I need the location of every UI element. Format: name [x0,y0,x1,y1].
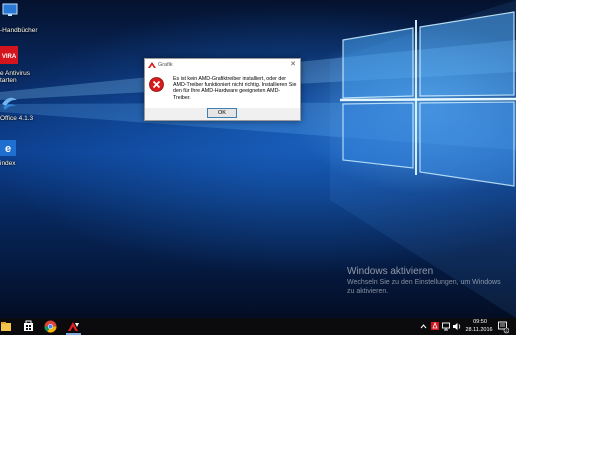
chevron-up-icon [420,324,427,329]
desktop-icon-avira[interactable]: VIRA e Antivirus tarten [0,46,48,86]
avira-tray-button[interactable] [430,318,440,335]
avira-tray-icon [431,321,439,330]
ok-button[interactable]: OK [207,108,237,118]
activation-watermark-text: Wechseln Sie zu den Einstellungen, um Wi… [347,279,501,286]
wallpaper-light-beams [0,0,516,318]
action-center-icon: 2 [498,321,510,334]
desktop-icon-openoffice[interactable]: Office 4.1.3 [0,94,48,126]
openoffice-icon [2,97,17,110]
svg-text:e: e [5,143,11,155]
desktop-icon-label: index [0,160,16,167]
network-icon [442,322,450,331]
action-center-button[interactable]: 2 [497,318,510,335]
svg-text:VIRA: VIRA [2,54,17,60]
desktop-icon-label: -Handbücher [0,27,38,34]
amd-app-icon [148,62,156,68]
activation-watermark-title: Windows aktivieren [347,266,434,277]
desktop-icon-label-line2: tarten [0,77,17,84]
clock-time[interactable]: 09:50 [470,319,490,325]
store-icon [24,320,33,331]
chrome-icon [44,320,57,333]
activation-watermark-text: zu aktivieren. [347,288,389,295]
network-button[interactable] [441,318,451,335]
desktop-icon-index[interactable]: e index [0,140,48,172]
show-hidden-icons-button[interactable] [419,318,428,335]
edge-icon: e [0,140,16,156]
desktop-icon-handbuecher[interactable]: -Handbücher [0,2,48,36]
windows-logo-panes [339,11,516,187]
clock-date[interactable]: 28.11.2016 [462,327,496,333]
desktop-icon-label: Office 4.1.3 [0,115,34,122]
error-dialog: Grafik ✕ Es ist kein AMD-Grafiktreiber i… [144,58,301,121]
dialog-title: Grafik [158,62,173,68]
taskbar: 2 [0,318,516,335]
avira-icon: VIRA [0,46,18,64]
error-icon [149,77,164,92]
chrome-button[interactable] [43,318,58,335]
volume-icon [453,323,461,330]
close-button[interactable]: ✕ [289,60,297,68]
monitor-icon [2,3,18,16]
store-button[interactable] [21,318,35,335]
active-app-indicator [66,333,81,335]
dialog-message: Es ist kein AMD-Grafiktreiber installier… [173,76,297,101]
desktop: -Handbücher VIRA e Antivirus tarten Offi… [0,0,516,318]
notification-count: 2 [506,329,508,333]
file-explorer-icon [1,322,11,331]
file-explorer-button[interactable] [0,318,13,335]
volume-button[interactable] [452,318,462,335]
